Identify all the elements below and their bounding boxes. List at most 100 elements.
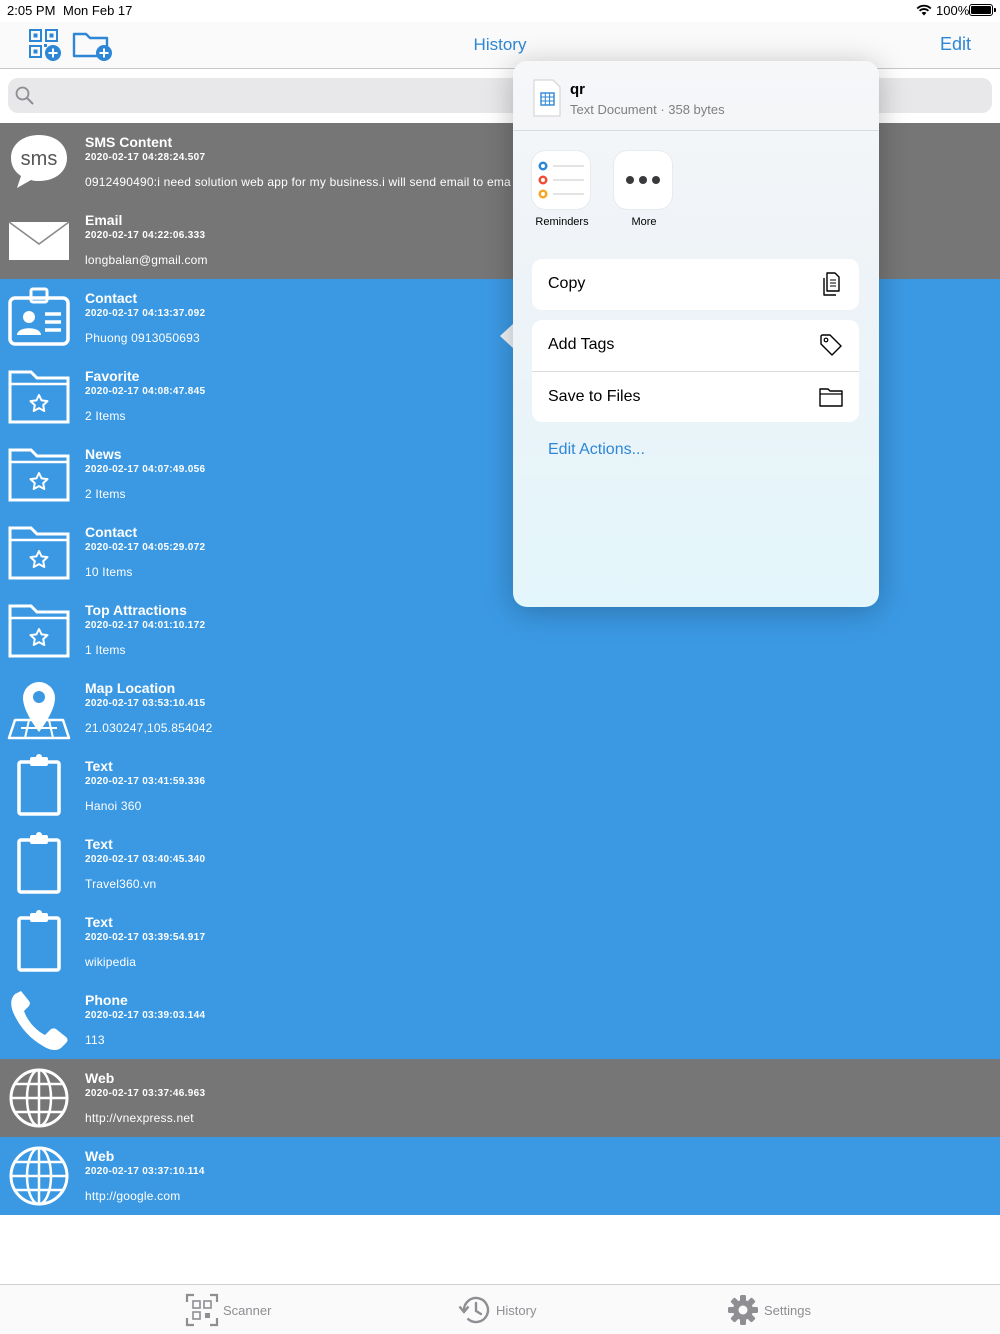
row-content: Travel360.vn bbox=[85, 877, 157, 891]
row-timestamp: 2020-02-17 04:07:49.056 bbox=[85, 464, 206, 475]
row-content: 10 Items bbox=[85, 565, 133, 579]
history-row[interactable]: Web 2020-02-17 03:37:10.114 http://google.… bbox=[0, 1137, 1000, 1215]
row-title: Text bbox=[85, 914, 113, 930]
history-row[interactable]: Text 2020-02-17 03:41:59.336 Hanoi 360 bbox=[0, 747, 1000, 825]
folder-star-icon bbox=[8, 448, 70, 502]
row-title: Phone bbox=[85, 992, 128, 1008]
status-date: Mon Feb 17 bbox=[63, 3, 133, 18]
battery-percent: 100% bbox=[936, 3, 970, 18]
copy-action[interactable]: Copy bbox=[532, 259, 859, 310]
tab-history[interactable]: History bbox=[458, 1292, 536, 1328]
search-icon bbox=[15, 86, 34, 105]
status-time: 2:05 PM bbox=[7, 3, 56, 18]
popover-arrow bbox=[500, 323, 514, 349]
row-content: 2 Items bbox=[85, 409, 126, 423]
history-row[interactable]: Text 2020-02-17 03:40:45.340 Travel360.vn bbox=[0, 825, 1000, 903]
edit-button[interactable]: Edit bbox=[940, 34, 971, 55]
reminders-icon bbox=[532, 151, 590, 209]
share-app-reminders[interactable]: Reminders bbox=[532, 151, 592, 228]
add-tags-action[interactable]: Add Tags bbox=[532, 320, 859, 371]
row-title: Text bbox=[85, 758, 113, 774]
history-row[interactable]: Web 2020-02-17 03:37:46.963 http://vnexpre… bbox=[0, 1059, 1000, 1137]
tag-icon bbox=[820, 334, 842, 356]
folder-icon bbox=[819, 388, 843, 407]
text-document-icon bbox=[533, 79, 561, 117]
row-content: 2 Items bbox=[85, 487, 126, 501]
more-icon bbox=[614, 151, 672, 209]
map-pin-icon bbox=[7, 682, 71, 740]
row-timestamp: 2020-02-17 03:39:03.144 bbox=[85, 1010, 206, 1021]
row-content: 113 bbox=[85, 1033, 105, 1047]
contact-card-icon bbox=[8, 287, 70, 346]
page-title: History bbox=[473, 35, 527, 54]
row-title: Text bbox=[85, 836, 113, 852]
tab-label: Scanner bbox=[223, 1302, 272, 1318]
history-icon bbox=[458, 1296, 490, 1324]
row-content: longbalan@gmail.com bbox=[85, 253, 208, 267]
save-to-files-action[interactable]: Save to Files bbox=[532, 371, 859, 422]
row-timestamp: 2020-02-17 03:41:59.336 bbox=[85, 776, 206, 787]
sms-icon: sms bbox=[11, 135, 67, 188]
folder-star-icon bbox=[8, 604, 70, 658]
row-content: wikipedia bbox=[85, 955, 137, 969]
row-timestamp: 2020-02-17 04:22:06.333 bbox=[85, 230, 206, 241]
row-timestamp: 2020-02-17 04:28:24.507 bbox=[85, 152, 206, 163]
status-bar: 2:05 PM Mon Feb 17 100% bbox=[0, 0, 1000, 22]
row-content: 0912490490:i need solution web app for m… bbox=[85, 175, 511, 189]
row-title: News bbox=[85, 446, 122, 462]
row-content: http://vnexpress.net bbox=[85, 1111, 194, 1125]
email-icon bbox=[8, 221, 70, 260]
share-app-label: More bbox=[631, 216, 657, 228]
row-timestamp: 2020-02-17 04:08:47.845 bbox=[85, 386, 206, 397]
history-row[interactable]: Text 2020-02-17 03:39:54.917 wikipedia bbox=[0, 903, 1000, 981]
settings-gear-icon bbox=[728, 1295, 758, 1325]
file-meta: Text Document · 358 bytes bbox=[570, 102, 725, 117]
row-title: Top Attractions bbox=[85, 602, 187, 618]
wifi-icon bbox=[916, 4, 932, 16]
row-content: Hanoi 360 bbox=[85, 799, 142, 813]
row-title: Contact bbox=[85, 524, 138, 540]
row-timestamp: 2020-02-17 04:05:29.072 bbox=[85, 542, 206, 553]
edit-actions-link[interactable]: Edit Actions... bbox=[548, 441, 645, 459]
row-content: 21.030247,105.854042 bbox=[85, 721, 213, 735]
phone-icon bbox=[11, 991, 68, 1051]
row-content: Phuong 0913050693 bbox=[85, 331, 200, 345]
folder-star-icon bbox=[8, 526, 70, 580]
share-actions-group-1: Copy bbox=[532, 259, 859, 310]
history-row[interactable]: Phone 2020-02-17 03:39:03.144 113 bbox=[0, 981, 1000, 1059]
action-label: Save to Files bbox=[548, 388, 641, 405]
share-app-label: Reminders bbox=[535, 216, 589, 228]
row-timestamp: 2020-02-17 04:13:37.092 bbox=[85, 308, 206, 319]
clipboard-icon bbox=[17, 832, 61, 894]
action-label: Add Tags bbox=[548, 336, 615, 353]
row-timestamp: 2020-02-17 03:37:10.114 bbox=[85, 1166, 205, 1177]
file-name: qr bbox=[570, 81, 585, 98]
folder-star-icon bbox=[8, 370, 70, 424]
tab-scanner[interactable]: Scanner bbox=[185, 1292, 271, 1328]
row-content: http://google.com bbox=[85, 1189, 181, 1203]
battery-icon bbox=[969, 4, 996, 16]
globe-icon bbox=[9, 1146, 69, 1206]
row-title: Email bbox=[85, 212, 123, 228]
action-label: Copy bbox=[548, 275, 586, 292]
tab-bar: Scanner History Settings bbox=[0, 1284, 1000, 1334]
row-timestamp: 2020-02-17 03:40:45.340 bbox=[85, 854, 206, 865]
row-timestamp: 2020-02-17 04:01:10.172 bbox=[85, 620, 206, 631]
clipboard-icon bbox=[17, 754, 61, 816]
tab-label: Settings bbox=[764, 1302, 811, 1318]
share-actions-group-2: Add Tags Save to Files bbox=[532, 320, 859, 422]
row-title: Contact bbox=[85, 290, 138, 306]
row-timestamp: 2020-02-17 03:53:10.415 bbox=[85, 698, 206, 709]
clipboard-icon bbox=[17, 910, 61, 972]
share-app-more[interactable]: More bbox=[614, 151, 674, 228]
tab-label: History bbox=[496, 1302, 537, 1318]
share-sheet: qr Text Document · 358 bytes Reminders M… bbox=[513, 61, 879, 607]
row-content: 1 Items bbox=[85, 643, 126, 657]
row-timestamp: 2020-02-17 03:39:54.917 bbox=[85, 932, 206, 943]
tab-settings[interactable]: Settings bbox=[726, 1292, 811, 1328]
scanner-icon bbox=[185, 1293, 219, 1327]
row-title: Favorite bbox=[85, 368, 140, 384]
row-title: Web bbox=[85, 1148, 115, 1164]
history-row[interactable]: Map Location 2020-02-17 03:53:10.415 21.03… bbox=[0, 669, 1000, 747]
copy-icon bbox=[823, 272, 840, 296]
